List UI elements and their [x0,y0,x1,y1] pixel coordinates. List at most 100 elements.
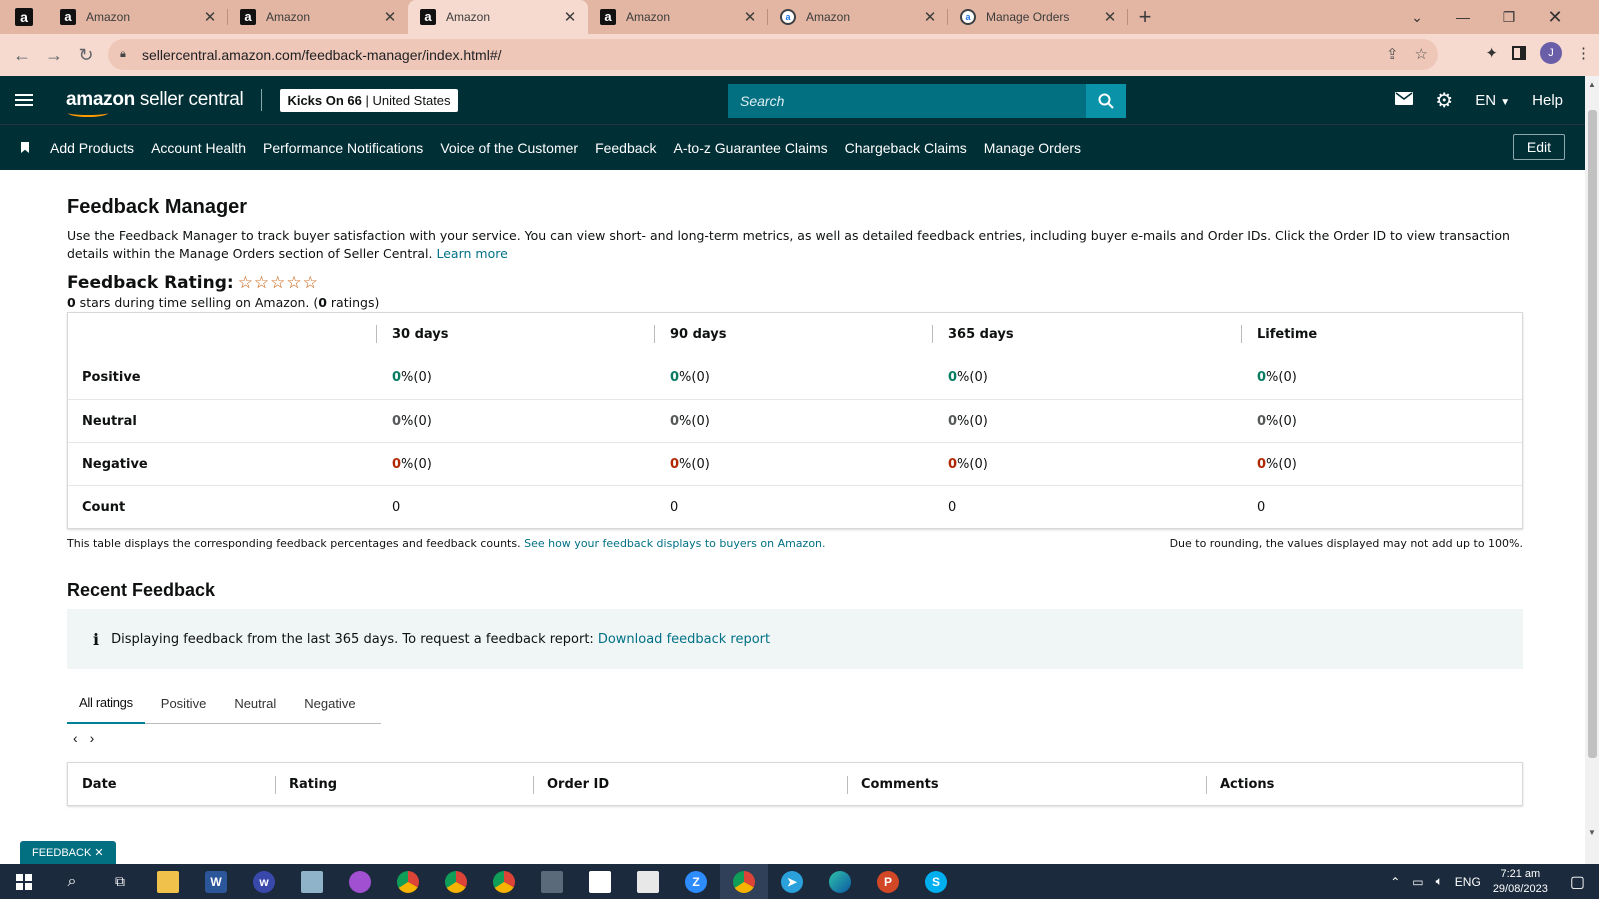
edit-nav-button[interactable]: Edit [1512,134,1565,160]
maximize-button[interactable]: ❐ [1486,0,1532,34]
browser-tab[interactable]: a Amazon ✕ [588,0,768,34]
side-panel-icon[interactable] [1512,46,1526,60]
more-menu-icon[interactable]: ⋮ [1576,44,1591,62]
address-bar[interactable]: 🔒︎ sellercentral.amazon.com/feedback-man… [108,39,1438,70]
tab-search-icon[interactable]: ⌄ [1394,0,1440,34]
close-window-button[interactable]: ✕ [1532,0,1578,34]
learn-more-link[interactable]: Learn more [436,246,507,261]
column-header[interactable]: Comments [847,763,1206,805]
chevron-left-icon[interactable]: ‹ [73,730,78,746]
network-icon[interactable]: ▭ [1412,875,1423,889]
search-button[interactable] [1086,84,1126,118]
nav-item[interactable]: Voice of the Customer [440,140,578,156]
search-icon[interactable]: ⌕ [48,864,96,899]
tab-negative[interactable]: Negative [292,683,367,724]
new-tab-button[interactable]: + [1128,0,1162,34]
column-header[interactable]: Actions [1206,763,1522,805]
browser-tab[interactable]: a Amazon ✕ [408,0,588,34]
nav-item[interactable]: Account Health [151,140,246,156]
word-icon[interactable]: W [192,864,240,899]
close-tab-icon[interactable]: ✕ [922,8,938,26]
profile-avatar[interactable]: J [1540,42,1562,64]
messenger-icon[interactable] [336,864,384,899]
reload-icon[interactable]: ↻ [70,39,102,71]
forward-icon[interactable]: → [38,39,70,71]
table-cell: 0 %(0) [948,370,988,385]
store-selector[interactable]: Kicks On 66 | United States [280,88,458,112]
scrollbar-thumb[interactable] [1588,110,1597,758]
task-view-icon[interactable]: ⧉ [96,864,144,899]
nav-item[interactable]: Manage Orders [984,140,1081,156]
bookmark-star-icon[interactable]: ☆ [1415,45,1428,63]
tab-all-ratings[interactable]: All ratings [67,683,145,724]
language-indicator[interactable]: ENG [1455,875,1481,889]
chevron-right-icon[interactable]: › [90,730,95,746]
seller-central-logo[interactable]: amazon seller central [66,89,244,117]
file-explorer-icon[interactable] [144,864,192,899]
tab-positive[interactable]: Positive [149,683,219,724]
browser-tab[interactable]: a Manage Orders ✕ [948,0,1128,34]
browser-tab[interactable]: a Amazon ✕ [48,0,228,34]
feedback-display-link[interactable]: See how your feedback displays to buyers… [524,537,825,550]
close-tab-icon[interactable]: ✕ [742,8,758,26]
notes-icon[interactable] [288,864,336,899]
nav-item[interactable]: Performance Notifications [263,140,423,156]
table-cell: 0 [392,499,401,515]
amazon-favicon-icon: a [60,9,76,25]
skype-icon[interactable]: S [912,864,960,899]
nav-item[interactable]: A-to-z Guarantee Claims [674,140,828,156]
chrome-profile-icon[interactable] [480,864,528,899]
nav-item[interactable]: Chargeback Claims [845,140,967,156]
info-icon: i [93,629,100,649]
chrome-active-icon[interactable] [720,864,768,899]
help-link[interactable]: Help [1532,92,1563,109]
calculator-icon[interactable] [528,864,576,899]
windows-start-icon[interactable] [0,864,48,899]
notifications-icon[interactable]: ▢ [1570,872,1585,892]
chevron-up-icon[interactable]: ⌃ [1390,875,1400,889]
chrome-profile-icon[interactable] [432,864,480,899]
download-report-link[interactable]: Download feedback report [598,632,770,647]
amazon-app-icon[interactable]: a [0,0,48,34]
zoom-icon[interactable]: Z [672,864,720,899]
windows-taskbar: ⌕ ⧉ W w Z ➤ P S ⌃ ▭ 🔈︎ ENG 7:21 am 29/08… [0,864,1599,899]
seller-central-header: amazon seller central Kicks On 66 | Unit… [0,76,1585,124]
close-tab-icon[interactable]: ✕ [202,8,218,26]
scroll-up-arrow[interactable]: ▲ [1587,80,1597,89]
mail-icon[interactable] [1395,91,1414,109]
hamburger-menu-icon[interactable] [0,99,48,101]
photos-icon[interactable] [624,864,672,899]
search-box[interactable]: Search [728,84,1126,118]
edge-icon[interactable] [816,864,864,899]
nav-item[interactable]: Feedback [595,140,656,156]
close-tab-icon[interactable]: ✕ [562,8,578,26]
column-header[interactable]: Order ID [533,763,847,805]
app-icon[interactable]: w [240,864,288,899]
column-header[interactable]: Date [68,763,275,805]
chart-app-icon[interactable] [576,864,624,899]
close-tab-icon[interactable]: ✕ [382,8,398,26]
tab-neutral[interactable]: Neutral [222,683,288,724]
minimize-button[interactable]: — [1440,0,1486,34]
scroll-down-arrow[interactable]: ▼ [1587,828,1597,837]
chrome-profile-icon[interactable] [384,864,432,899]
bookmark-icon[interactable] [0,142,50,153]
feedback-widget-button[interactable]: FEEDBACK ✕ [20,841,116,864]
browser-tab[interactable]: a Amazon ✕ [228,0,408,34]
share-icon[interactable]: ⇪ [1386,45,1399,63]
close-tab-icon[interactable]: ✕ [1102,8,1118,26]
search-input[interactable]: Search [728,93,1086,109]
clock[interactable]: 7:21 am 29/08/2023 [1493,867,1548,897]
volume-icon[interactable]: 🔈︎ [1436,874,1443,889]
back-icon[interactable]: ← [6,39,38,71]
powerpoint-icon[interactable]: P [864,864,912,899]
rating-filter-tabs: All ratings Positive Neutral Negative [67,683,381,724]
extensions-icon[interactable]: ✦ [1485,44,1498,62]
browser-tab-strip: a a Amazon ✕ a Amazon ✕ a Amazon ✕ a Amazon ✕ a Amazo… [0,0,1599,34]
telegram-icon[interactable]: ➤ [768,864,816,899]
browser-tab[interactable]: a Amazon ✕ [768,0,948,34]
nav-item[interactable]: Add Products [50,140,134,156]
language-selector[interactable]: EN ▼ [1475,92,1510,109]
settings-gear-icon[interactable]: ⚙ [1435,88,1453,113]
column-header[interactable]: Rating [275,763,533,805]
